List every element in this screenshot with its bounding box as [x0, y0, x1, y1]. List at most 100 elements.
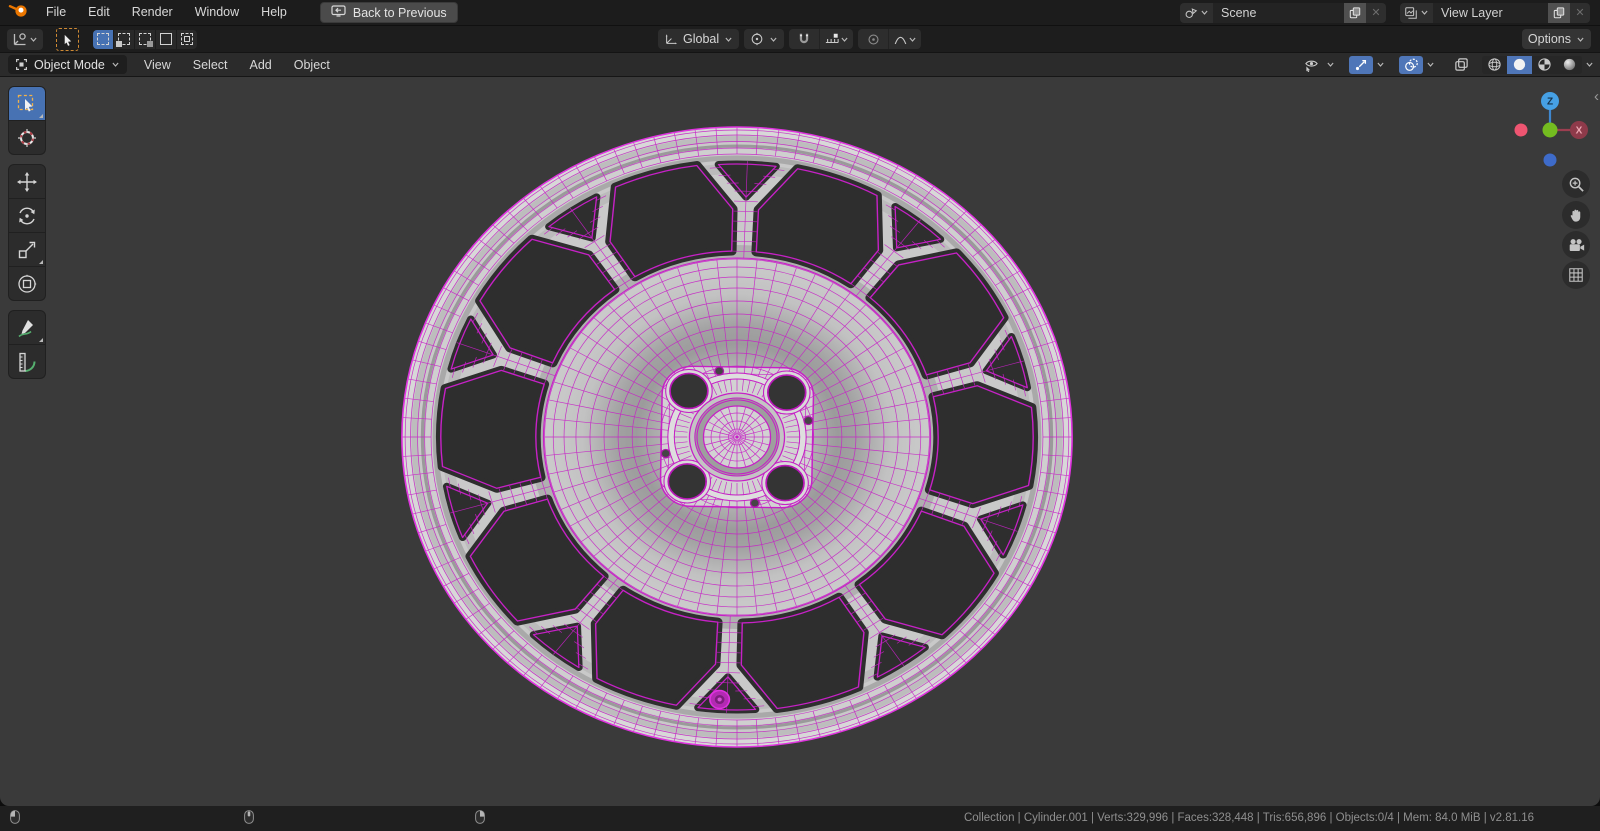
duplicate-icon — [1553, 6, 1565, 18]
select-mode-extend[interactable] — [114, 29, 135, 49]
transform-settings-cluster: Global — [658, 29, 922, 49]
mode-value: Object Mode — [34, 57, 105, 72]
menu-render[interactable]: Render — [121, 0, 184, 25]
chevron-down-icon — [840, 35, 849, 44]
xray-toggle[interactable] — [1449, 56, 1473, 74]
axis-z-label: Z — [1547, 97, 1553, 108]
shading-rendered-button[interactable] — [1557, 56, 1582, 74]
proportional-falloff-dropdown[interactable] — [888, 29, 921, 49]
material-sphere-icon — [1538, 58, 1551, 71]
snap-with-dropdown[interactable] — [819, 29, 853, 49]
scale-icon — [18, 241, 36, 258]
scene-name-field[interactable]: Scene — [1213, 6, 1344, 20]
sidebar-collapse-arrow[interactable]: ‹ — [1594, 89, 1599, 104]
menu-file[interactable]: File — [35, 0, 77, 25]
object-mode-icon — [16, 59, 27, 70]
snap-toggle[interactable] — [789, 29, 819, 49]
chevron-down-icon — [1426, 60, 1435, 69]
scene-icon — [1185, 7, 1198, 18]
menu-select[interactable]: Select — [182, 58, 239, 72]
active-tool-indicator[interactable] — [56, 27, 79, 51]
mouse-middle-icon — [244, 810, 254, 827]
select-mode-intersect[interactable] — [177, 29, 197, 49]
axis-x-label: X — [1576, 126, 1583, 137]
tool-rotate[interactable] — [8, 199, 46, 233]
pan-button[interactable] — [1562, 201, 1590, 229]
view-layer-selector: View Layer ✕ — [1400, 2, 1590, 23]
remove-view-layer-button[interactable]: ✕ — [1570, 2, 1590, 23]
transform-icon — [18, 274, 37, 293]
tool-measure[interactable] — [8, 345, 46, 379]
chevron-down-icon — [1420, 8, 1429, 17]
navigation-gizmo[interactable]: Z X — [1512, 92, 1588, 173]
select-set-icon — [97, 33, 109, 45]
menu-window[interactable]: Window — [184, 0, 250, 25]
subtool-indicator — [39, 260, 43, 264]
select-mode-invert[interactable] — [156, 29, 177, 49]
wheel-rim-mesh — [401, 126, 1073, 748]
overlays-icon — [1404, 58, 1418, 71]
select-subtract-icon — [139, 33, 153, 47]
select-box-icon — [17, 94, 34, 111]
chevron-down-icon — [111, 60, 120, 69]
menu-edit[interactable]: Edit — [77, 0, 121, 25]
view-layer-browse-button[interactable] — [1400, 2, 1433, 23]
topbar: File Edit Render Window Help Back to Pre… — [0, 0, 1600, 26]
new-scene-button[interactable] — [1344, 2, 1366, 23]
menu-view[interactable]: View — [133, 58, 182, 72]
show-overlays-toggle[interactable] — [1399, 55, 1423, 74]
toggle-ortho-button[interactable] — [1562, 261, 1590, 289]
blender-logo-icon[interactable] — [8, 3, 29, 23]
shading-material-button[interactable] — [1532, 56, 1557, 74]
menu-add[interactable]: Add — [239, 58, 283, 72]
orientation-value: Global — [683, 32, 720, 46]
tool-select-box[interactable] — [8, 86, 46, 121]
mode-dropdown[interactable]: Object Mode — [8, 55, 127, 74]
zoom-icon — [1569, 177, 1584, 192]
shading-solid-button[interactable] — [1507, 55, 1532, 74]
tool-move[interactable] — [8, 164, 46, 199]
hand-icon — [1570, 209, 1581, 222]
shading-wireframe-button[interactable] — [1482, 56, 1507, 74]
chevron-down-icon — [1326, 60, 1335, 69]
zoom-button[interactable] — [1562, 170, 1590, 198]
unlink-scene-button[interactable]: ✕ — [1366, 2, 1386, 23]
chevron-down-icon — [1376, 60, 1385, 69]
view-layer-name-field[interactable]: View Layer — [1433, 6, 1548, 20]
tool-annotate[interactable] — [8, 310, 46, 345]
duplicate-icon — [1349, 6, 1361, 18]
scene-browse-button[interactable] — [1180, 2, 1213, 23]
new-view-layer-button[interactable] — [1548, 2, 1570, 23]
chevron-down-icon — [1200, 8, 1209, 17]
snapping-group — [789, 29, 854, 49]
show-gizmos-toggle[interactable] — [1349, 55, 1373, 74]
view-layer-icon — [1405, 6, 1417, 19]
select-mode-subtract[interactable] — [135, 29, 156, 49]
menu-object[interactable]: Object — [283, 58, 341, 72]
tool-cursor[interactable] — [8, 121, 46, 155]
editor-type-dropdown[interactable] — [7, 28, 43, 50]
camera-view-button[interactable] — [1562, 231, 1590, 259]
wireframe-sphere-icon — [1488, 58, 1501, 71]
proportional-edit-toggle[interactable] — [858, 29, 888, 49]
tool-scale[interactable] — [8, 233, 46, 267]
chevron-down-icon — [29, 35, 38, 44]
chevron-down-icon — [1585, 60, 1594, 69]
transform-orientation-dropdown[interactable]: Global — [658, 29, 740, 49]
3d-cursor-icon — [18, 128, 36, 147]
camera-icon — [1569, 238, 1584, 251]
mouse-right-icon — [475, 810, 485, 827]
tool-settings-bar: Global Options — [0, 26, 1600, 53]
tool-transform[interactable] — [8, 267, 46, 301]
select-mode-group — [93, 29, 197, 49]
orientation-axes-icon — [665, 34, 678, 45]
viewport-3d[interactable]: Z X ‹ — [0, 77, 1600, 806]
proportional-edit-group — [858, 29, 922, 49]
object-type-visibility-dropdown[interactable] — [1299, 56, 1323, 74]
select-mode-set[interactable] — [93, 29, 114, 49]
menu-help[interactable]: Help — [250, 0, 298, 25]
gizmo-arrow-icon — [1355, 59, 1367, 70]
options-dropdown[interactable]: Options — [1521, 29, 1591, 49]
pivot-point-dropdown[interactable] — [744, 29, 785, 49]
back-to-previous-button[interactable]: Back to Previous — [319, 2, 458, 23]
